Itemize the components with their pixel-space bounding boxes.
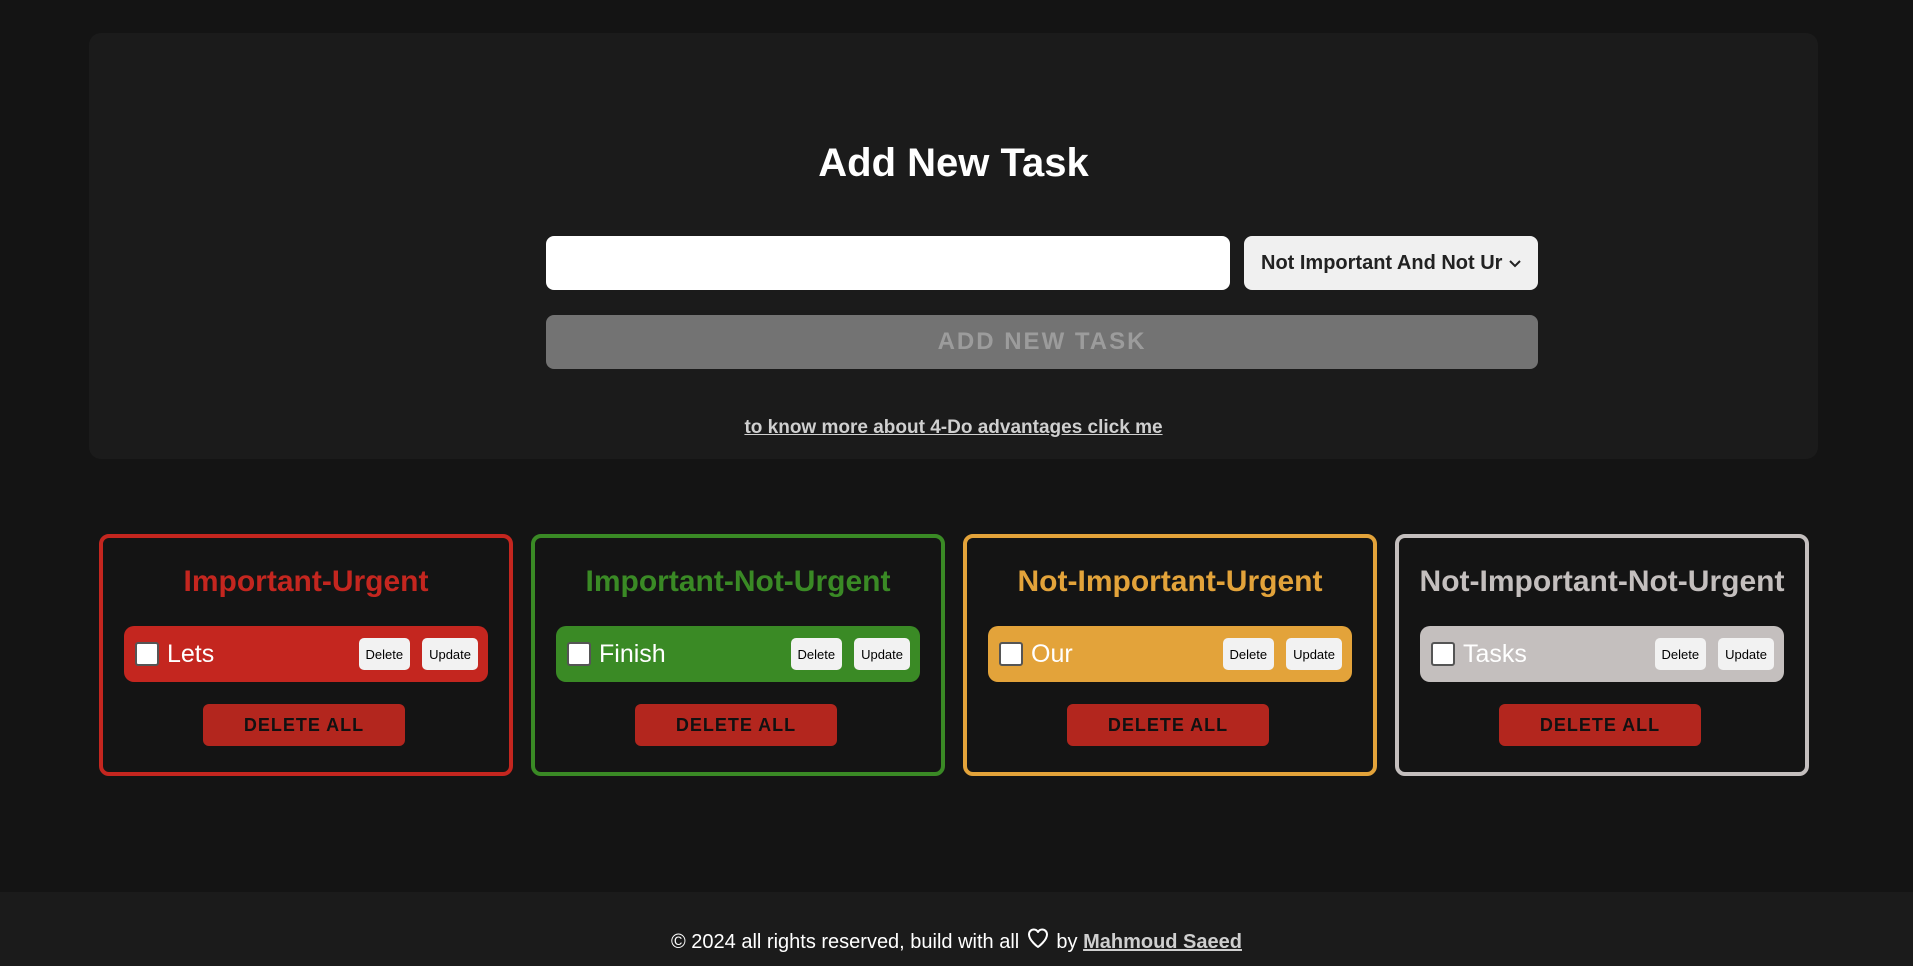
board-not-important-not-urgent: Not-Important-Not-Urgent Tasks Delete Up… [1395, 534, 1809, 776]
delete-all-button[interactable]: DELETE ALL [203, 704, 405, 746]
task-checkbox[interactable] [999, 642, 1023, 666]
by-text: by [1056, 931, 1078, 953]
board-title: Not-Important-Not-Urgent [1419, 565, 1785, 598]
task-item: Tasks Delete Update [1420, 626, 1784, 682]
update-task-button[interactable]: Update [1718, 638, 1774, 670]
author-link[interactable]: Mahmoud Saeed [1083, 931, 1242, 953]
update-task-button[interactable]: Update [422, 638, 478, 670]
heart-icon [1027, 928, 1048, 948]
task-item: Finish Delete Update [556, 626, 920, 682]
page-title: Add New Task [818, 141, 1089, 185]
task-text: Lets [167, 639, 215, 668]
update-task-button[interactable]: Update [854, 638, 910, 670]
board-important-not-urgent: Important-Not-Urgent Finish Delete Updat… [531, 534, 945, 776]
copyright-text: © 2024 all rights reserved, build with a… [671, 931, 1020, 953]
delete-all-button[interactable]: DELETE ALL [1499, 704, 1701, 746]
footer-text: © 2024 all rights reserved, build with a… [0, 926, 1913, 954]
category-select[interactable]: Not Important And Not Ur [1244, 236, 1538, 290]
board-not-important-urgent: Not-Important-Urgent Our Delete Update D… [963, 534, 1377, 776]
task-checkbox[interactable] [567, 642, 591, 666]
task-text: Finish [599, 639, 666, 668]
delete-task-button[interactable]: Delete [790, 638, 843, 670]
add-new-task-button[interactable]: ADD NEW TASK [546, 315, 1538, 369]
delete-all-button[interactable]: DELETE ALL [1067, 704, 1269, 746]
delete-task-button[interactable]: Delete [358, 638, 411, 670]
task-item: Our Delete Update [988, 626, 1352, 682]
advantages-link[interactable]: to know more about 4-Do advantages click… [89, 417, 1818, 439]
task-checkbox[interactable] [1431, 642, 1455, 666]
task-checkbox[interactable] [135, 642, 159, 666]
delete-task-button[interactable]: Delete [1654, 638, 1707, 670]
footer: © 2024 all rights reserved, build with a… [0, 892, 1913, 966]
chevron-down-icon [1509, 260, 1521, 268]
task-text: Tasks [1463, 639, 1527, 668]
task-input[interactable] [546, 236, 1230, 290]
update-task-button[interactable]: Update [1286, 638, 1342, 670]
board-important-urgent: Important-Urgent Lets Delete Update DELE… [99, 534, 513, 776]
board-title: Important-Urgent [183, 565, 429, 598]
task-item: Lets Delete Update [124, 626, 488, 682]
task-text: Our [1031, 639, 1073, 668]
delete-task-button[interactable]: Delete [1222, 638, 1275, 670]
category-select-value: Not Important And Not Ur [1261, 251, 1503, 274]
board-title: Important-Not-Urgent [585, 565, 891, 598]
board-title: Not-Important-Urgent [1017, 565, 1323, 598]
delete-all-button[interactable]: DELETE ALL [635, 704, 837, 746]
add-task-panel: Add New Task Not Important And Not Ur AD… [89, 33, 1818, 459]
page: Add New Task Not Important And Not Ur AD… [0, 0, 1913, 966]
